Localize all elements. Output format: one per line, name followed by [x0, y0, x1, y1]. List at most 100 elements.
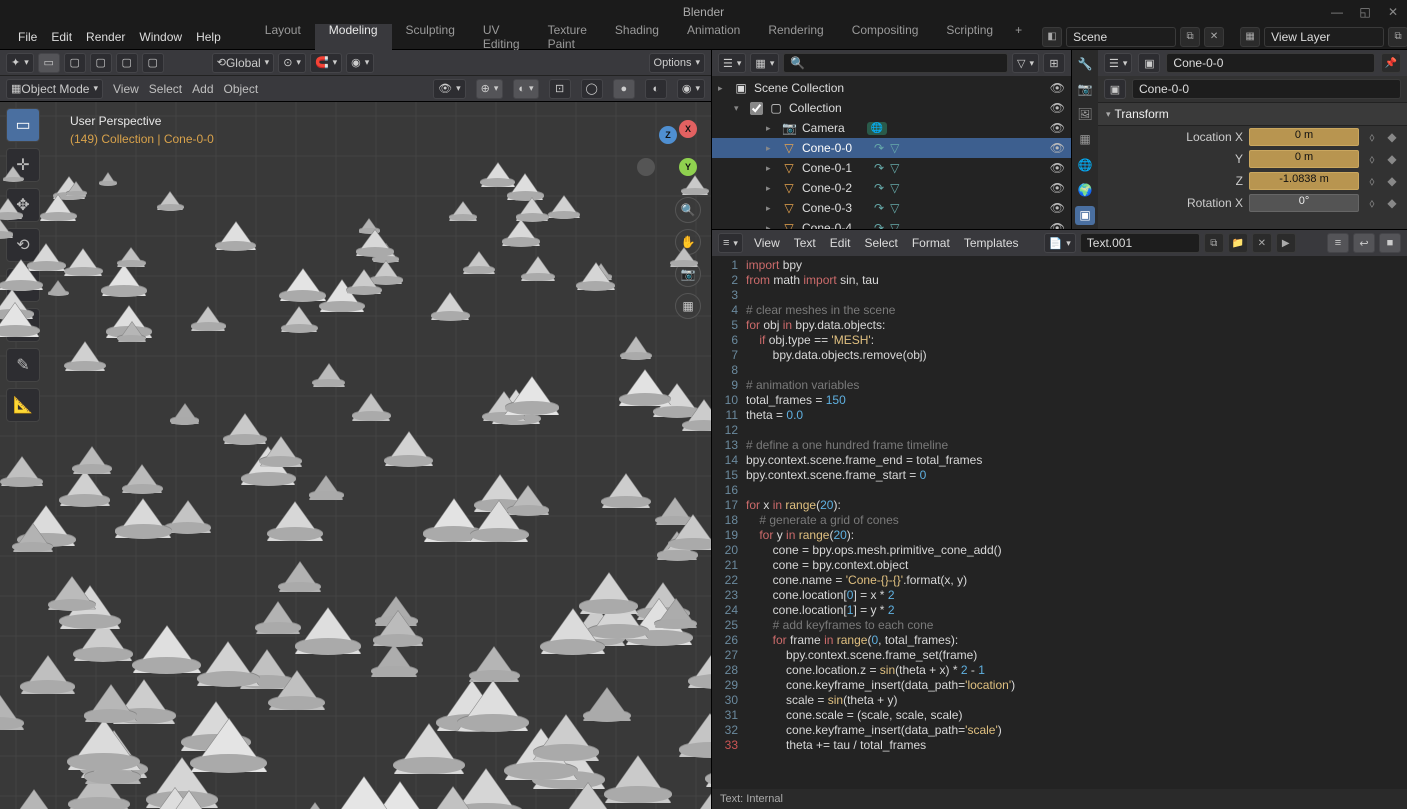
mesh-cone[interactable] — [352, 394, 390, 421]
te-menu-templates[interactable]: Templates — [957, 236, 1026, 250]
mesh-cone[interactable] — [21, 656, 75, 694]
outliner-item[interactable]: ▸▽Cone-0-4↷ ▽👁 — [712, 218, 1071, 229]
keyframe-icon[interactable]: ⬨ — [1365, 174, 1379, 188]
mesh-cone[interactable] — [197, 642, 259, 686]
mesh-cone[interactable] — [394, 724, 464, 774]
mesh-cone[interactable] — [73, 447, 111, 474]
mesh-cone[interactable] — [115, 499, 171, 538]
mesh-cone[interactable] — [216, 222, 256, 250]
3d-viewport[interactable]: User Perspective (149) Collection | Cone… — [0, 102, 711, 809]
options-dropdown[interactable]: Options — [649, 53, 705, 73]
mesh-cone[interactable] — [502, 220, 540, 246]
menu-edit[interactable]: Edit — [51, 30, 72, 44]
mesh-cone[interactable] — [256, 602, 300, 634]
minimize-icon[interactable]: — — [1329, 4, 1345, 20]
visibility-icon[interactable]: 👁 — [1050, 141, 1065, 155]
gizmo-neg-icon[interactable] — [637, 158, 655, 176]
mesh-cone[interactable] — [356, 230, 394, 256]
breadcrumb-obj-icon[interactable]: ▣ — [1104, 79, 1126, 99]
gizmo-z-icon[interactable]: Z — [659, 126, 677, 144]
te-type-icon[interactable]: ≡ — [718, 233, 743, 253]
te-unlink-icon[interactable]: ✕ — [1252, 233, 1272, 253]
mesh-cone[interactable] — [267, 502, 323, 541]
outliner-display-icon[interactable]: ▦ — [750, 53, 779, 73]
props-object-name[interactable]: Cone-0-0 — [1166, 53, 1375, 73]
outliner-new-collection-icon[interactable]: ⊞ — [1043, 53, 1065, 73]
visibility-icon[interactable]: 👁 — [1050, 121, 1065, 135]
mesh-cone[interactable] — [85, 685, 137, 722]
outliner-item[interactable]: ▸▽Cone-0-2↷ ▽👁 — [712, 178, 1071, 198]
mesh-cone[interactable] — [602, 474, 650, 508]
run-script-icon[interactable]: ▶ — [1276, 233, 1296, 253]
outliner-item[interactable]: ▸▽Cone-0-3↷ ▽👁 — [712, 198, 1071, 218]
mesh-cone[interactable] — [516, 198, 548, 221]
outliner-filter-icon[interactable]: ▽ — [1012, 53, 1039, 73]
outliner-item[interactable]: ▸▣Scene Collection👁 — [712, 78, 1071, 98]
menu-help[interactable]: Help — [196, 30, 221, 44]
mesh-cone[interactable] — [577, 263, 615, 290]
mesh-cone[interactable] — [347, 270, 381, 294]
mesh-cone[interactable] — [463, 252, 495, 274]
viewlayer-name-field[interactable]: View Layer — [1264, 27, 1384, 47]
mesh-cone[interactable] — [688, 646, 711, 688]
mesh-cone[interactable] — [281, 307, 317, 332]
field-rot-x[interactable]: 0° — [1249, 194, 1359, 212]
scene-delete-icon[interactable]: ✕ — [1204, 27, 1224, 47]
te-menu-edit[interactable]: Edit — [823, 236, 858, 250]
mesh-cone[interactable] — [373, 611, 423, 646]
mesh-cone[interactable] — [533, 715, 599, 761]
mesh-cone[interactable] — [171, 404, 199, 424]
te-menu-view[interactable]: View — [747, 236, 787, 250]
visibility-icon[interactable]: 👁 — [1050, 161, 1065, 175]
mesh-cone[interactable] — [682, 176, 708, 195]
outliner-type-icon[interactable]: ☰ — [718, 53, 746, 73]
mesh-cone[interactable] — [521, 257, 555, 281]
field-loc-y[interactable]: 0 m — [1249, 150, 1359, 168]
shade-solid-icon[interactable]: ● — [613, 79, 635, 99]
mesh-cone[interactable] — [507, 174, 543, 200]
visibility-dropdown[interactable]: 👁 — [433, 79, 466, 99]
mesh-cone[interactable] — [165, 501, 211, 533]
mesh-cone[interactable] — [133, 626, 201, 673]
visibility-icon[interactable]: 👁 — [1050, 221, 1065, 229]
cursor-icon-3[interactable]: ▢ — [116, 53, 138, 73]
outliner-item[interactable]: ▸▽Cone-0-1↷ ▽👁 — [712, 158, 1071, 178]
te-menu-select[interactable]: Select — [857, 236, 904, 250]
mesh-cone[interactable] — [0, 693, 24, 730]
ptab-render-icon[interactable]: 📷 — [1075, 79, 1095, 98]
mesh-cone[interactable] — [0, 260, 43, 290]
mesh-cone[interactable] — [279, 562, 321, 592]
te-linenumbers-icon[interactable]: ≡ — [1327, 233, 1349, 253]
mesh-cone[interactable] — [280, 269, 326, 301]
keyframe-icon[interactable]: ⬨ — [1365, 196, 1379, 210]
outliner-search[interactable]: 🔍 — [783, 53, 1008, 73]
mesh-cone[interactable] — [4, 790, 64, 809]
mesh-cone[interactable] — [421, 787, 485, 809]
ptab-scene-icon[interactable]: 🌐 — [1075, 155, 1095, 174]
mesh-cone[interactable] — [102, 265, 146, 296]
xray-toggle[interactable]: ⊡ — [549, 79, 571, 99]
mesh-cone[interactable] — [682, 400, 711, 431]
mesh-cone[interactable] — [191, 307, 225, 331]
mesh-cone[interactable] — [470, 501, 528, 542]
mesh-cone[interactable] — [60, 471, 110, 506]
mesh-cone[interactable] — [117, 248, 145, 267]
te-new-icon[interactable]: ⧉ — [1204, 233, 1224, 253]
props-type-icon[interactable]: ☰ — [1104, 53, 1132, 73]
ptab-world-icon[interactable]: 🌍 — [1075, 180, 1095, 199]
te-syntax-icon[interactable]: ■ — [1379, 233, 1401, 253]
keyframe-icon[interactable]: ⬨ — [1365, 152, 1379, 166]
mesh-cone[interactable] — [431, 293, 469, 320]
mesh-cone[interactable] — [670, 248, 698, 267]
transform-panel-header[interactable]: Transform — [1098, 102, 1407, 126]
scene-copy-icon[interactable]: ⧉ — [1180, 27, 1200, 47]
gizmo-x-icon[interactable]: X — [679, 120, 697, 138]
close-icon[interactable]: ✕ — [1385, 4, 1401, 20]
mesh-cone[interactable] — [269, 671, 325, 710]
visibility-icon[interactable]: 👁 — [1050, 101, 1065, 115]
mesh-cone[interactable] — [48, 281, 68, 295]
mesh-cone[interactable] — [449, 202, 477, 221]
te-wordwrap-icon[interactable]: ↩ — [1353, 233, 1375, 253]
shade-matprev-icon[interactable]: ◐ — [645, 79, 667, 99]
mesh-cone[interactable] — [66, 182, 86, 196]
